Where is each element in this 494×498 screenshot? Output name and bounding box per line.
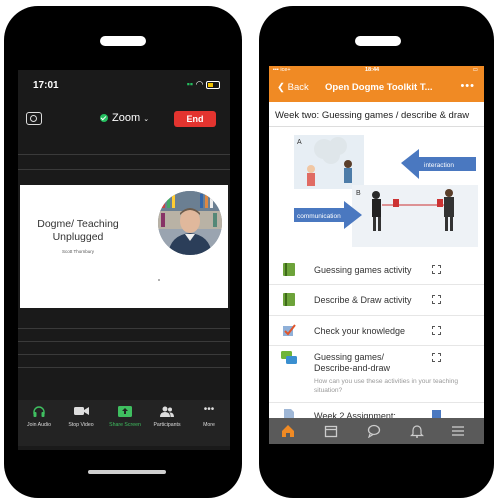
activity-row-describe-draw[interactable]: Describe & Draw activity [269, 285, 484, 316]
meeting-title[interactable]: Zoom ⌄ [100, 112, 149, 124]
section-title: Week two: Guessing games / describe & dr… [275, 110, 470, 121]
home-indicator[interactable] [88, 470, 166, 474]
speaker-video [158, 191, 222, 255]
join-audio-button[interactable]: Join Audio [18, 406, 60, 428]
activity-label: Guessing games activity [314, 265, 412, 275]
book-icon [283, 293, 295, 306]
divider [18, 154, 230, 155]
divider [269, 126, 484, 127]
back-label: Back [287, 82, 309, 93]
forum-icon [281, 351, 297, 364]
illustration-label-a: A [297, 139, 302, 146]
status-bar: ▪▪▪ ice+ 18:44 ▭ [269, 66, 484, 75]
calendar-icon[interactable] [324, 424, 338, 438]
book-icon [283, 263, 295, 276]
slide-author: Scott Thornbury [62, 249, 94, 254]
meeting-header: Zoom ⌄ End [18, 106, 230, 134]
speaker-video-image [158, 191, 222, 255]
messages-icon[interactable] [367, 424, 381, 438]
more-dots-icon: ••• [203, 404, 215, 415]
more-button[interactable]: ••• More [188, 404, 230, 429]
menu-icon[interactable] [451, 424, 465, 438]
divider [18, 367, 230, 368]
divider [18, 169, 230, 170]
more-options-icon[interactable]: ••• [460, 80, 475, 92]
status-time: 17:01 [33, 80, 59, 91]
signal-icon: ▪▪ [186, 79, 194, 89]
completion-checkbox[interactable] [432, 295, 441, 304]
join-audio-label: Join Audio [27, 422, 51, 428]
participants-button[interactable]: Participants [146, 406, 188, 428]
activity-description: How can you use these activities in your… [314, 378, 459, 394]
share-screen-button[interactable]: Share Screen [104, 406, 146, 428]
divider [18, 341, 230, 342]
end-button[interactable]: End [174, 111, 216, 127]
speaker-grille [100, 36, 146, 46]
status-carrier: ▪▪▪ ice+ [273, 67, 291, 73]
share-screen-label: Share Screen [109, 422, 141, 428]
activity-row-check-knowledge[interactable]: Check your knowledge [269, 316, 484, 346]
phone-zoom: 17:01 ▪▪ ◠ Zoom ⌄ End Dogme/ Teaching Un… [4, 6, 242, 498]
activity-row-forum[interactable]: Guessing games/ Describe-and-draw How ca… [269, 346, 484, 403]
back-button[interactable]: ❮ Back [277, 82, 309, 93]
course-title: Open Dogme Toolkit T... [325, 82, 433, 93]
switch-camera-icon[interactable] [26, 112, 42, 125]
chevron-down-icon: ⌄ [143, 116, 150, 123]
activity-label: Check your knowledge [314, 326, 406, 336]
bottom-tab-bar [269, 418, 484, 444]
participants-icon [146, 406, 188, 418]
pointer-dot [158, 279, 160, 281]
activity-row-guessing-games[interactable]: Guessing games activity [269, 256, 484, 285]
illustration-label-communication: communication [297, 213, 341, 220]
stop-video-label: Stop Video [68, 422, 94, 428]
quiz-icon [283, 324, 296, 336]
wifi-icon: ◠ [195, 79, 204, 89]
share-screen-icon [104, 406, 146, 418]
chevron-left-icon: ❮ [277, 82, 285, 93]
status-icons: ▪▪ ◠ [187, 79, 220, 90]
participants-label: Participants [153, 422, 181, 428]
slide-title: Dogme/ Teaching Unplugged [37, 218, 119, 243]
illustration-label-interaction: interaction [424, 162, 454, 169]
completion-checkbox[interactable] [432, 265, 441, 274]
status-time: 18:44 [365, 67, 380, 73]
interaction-communication-illustration: A interaction B communication [294, 135, 478, 247]
activity-label: Guessing games/ Describe-and-draw [314, 352, 391, 373]
meeting-title-label: Zoom [112, 112, 141, 124]
video-camera-icon [60, 406, 102, 418]
notifications-icon[interactable] [410, 424, 424, 438]
app-header: ❮ Back Open Dogme Toolkit T... ••• [269, 75, 484, 102]
home-icon[interactable] [281, 424, 295, 438]
illustration-label-b: B [356, 190, 361, 197]
encryption-shield-icon [100, 114, 108, 123]
meeting-toolbar: Join Audio Stop Video Share Screen Parti… [18, 400, 230, 446]
completion-checkbox[interactable] [432, 326, 441, 335]
divider [18, 354, 230, 355]
speaker-grille [355, 36, 401, 46]
battery-icon [206, 80, 220, 89]
phone-lms: ▪▪▪ ice+ 18:44 ▭ ❮ Back Open Dogme Toolk… [259, 6, 494, 498]
divider [18, 328, 230, 329]
more-label: More [203, 422, 215, 428]
carrier-label: ice+ [280, 67, 291, 73]
headphones-icon [18, 406, 60, 418]
lms-screen: ▪▪▪ ice+ 18:44 ▭ ❮ Back Open Dogme Toolk… [269, 66, 484, 444]
shared-slide: Dogme/ Teaching Unplugged Scott Thornbur… [20, 185, 228, 308]
battery-icon: ▭ [472, 67, 478, 73]
activity-label: Describe & Draw activity [314, 295, 412, 305]
stop-video-button[interactable]: Stop Video [60, 406, 102, 428]
zoom-screen: 17:01 ▪▪ ◠ Zoom ⌄ End Dogme/ Teaching Un… [18, 70, 230, 450]
completion-checkbox[interactable] [432, 353, 441, 362]
